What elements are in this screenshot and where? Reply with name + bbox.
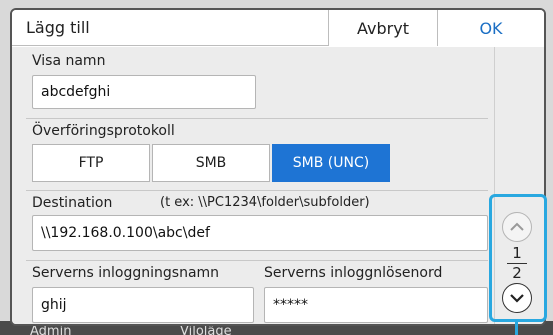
- protocol-option-smb-unc[interactable]: SMB (UNC): [272, 144, 390, 182]
- login-password-label: Serverns inloggnlösenord: [264, 265, 443, 281]
- destination-field[interactable]: \\192.168.0.100\abc\def: [32, 215, 488, 251]
- divider: [26, 190, 488, 191]
- login-password-field[interactable]: *****: [264, 287, 488, 323]
- destination-value: \\192.168.0.100\abc\def: [41, 225, 210, 241]
- protocol-option-smb[interactable]: SMB: [152, 144, 270, 182]
- divider: [26, 118, 488, 119]
- cancel-button[interactable]: Avbryt: [328, 10, 438, 46]
- ok-button[interactable]: OK: [438, 10, 544, 46]
- pager-highlight-frame: [489, 194, 547, 322]
- display-name-label: Visa namn: [32, 53, 106, 69]
- login-name-field[interactable]: ghij: [32, 287, 254, 323]
- destination-hint: (t ex: \\PC1234\folder\subfolder): [160, 195, 370, 210]
- login-password-value: *****: [273, 297, 308, 313]
- destination-label: Destination: [32, 195, 113, 211]
- display-name-value: abcdefghi: [41, 84, 111, 100]
- login-name-value: ghij: [41, 297, 67, 313]
- protocol-option-ftp[interactable]: FTP: [32, 144, 150, 182]
- dialog-titlebar: Lägg till Avbryt OK: [12, 10, 544, 46]
- form-content: Visa namn abcdefghi Överföringsprotokoll…: [12, 47, 494, 324]
- dialog-title: Lägg till: [26, 18, 90, 37]
- callout-pointer: [515, 322, 518, 335]
- divider: [26, 260, 488, 261]
- protocol-label: Överföringsprotokoll: [32, 123, 175, 139]
- add-destination-dialog: Lägg till Avbryt OK Visa namn abcdefghi …: [10, 8, 546, 326]
- display-name-field[interactable]: abcdefghi: [32, 75, 256, 109]
- login-name-label: Serverns inloggningsnamn: [32, 265, 220, 281]
